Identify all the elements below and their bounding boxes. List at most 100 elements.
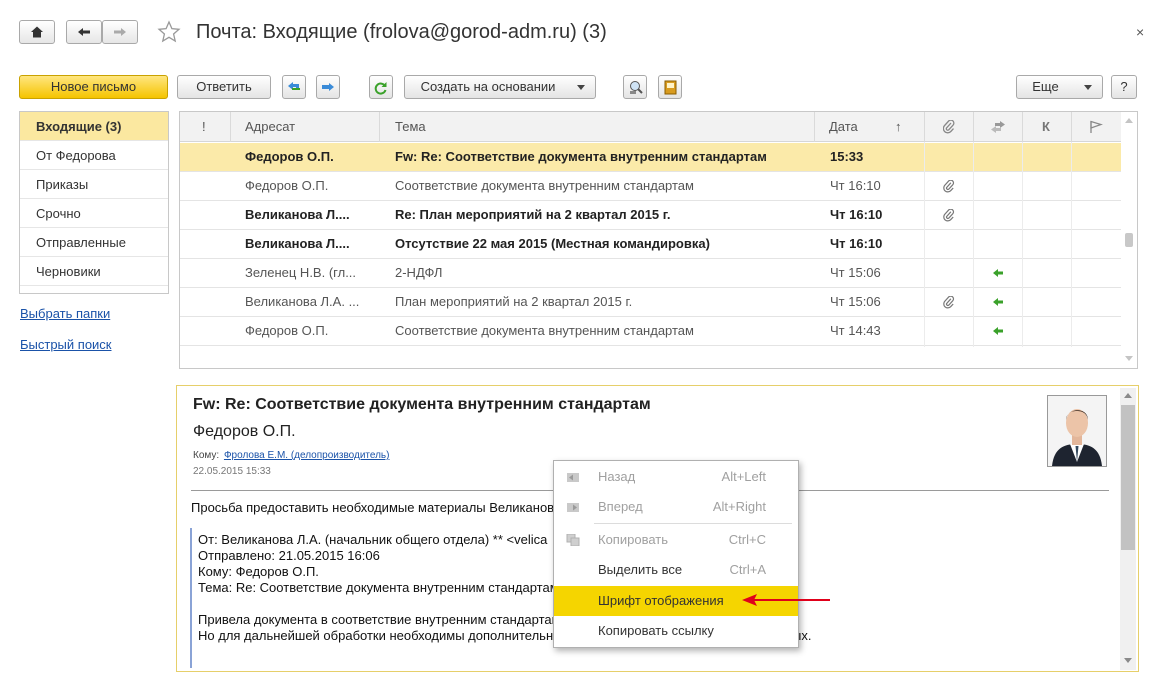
forward-button[interactable] — [102, 20, 138, 44]
close-icon[interactable]: × — [1136, 24, 1144, 40]
more-dropdown[interactable]: Еще — [1016, 75, 1103, 99]
menu-item-label: Вперед — [598, 499, 643, 514]
column-forwarded[interactable] — [974, 112, 1023, 142]
column-k[interactable]: К — [1023, 112, 1072, 142]
folder-item-drafts[interactable]: Черновики — [20, 257, 168, 286]
refresh-icon — [374, 82, 387, 95]
preview-sender: Федоров О.П. — [193, 423, 296, 440]
chevron-down-icon — [577, 85, 585, 90]
menu-item-shortcut: Alt+Right — [712, 499, 766, 514]
table-row[interactable]: Федоров О.П. Соответствие документа внут… — [180, 172, 1121, 201]
table-row[interactable]: Федоров О.П. Fw: Re: Соответствие докуме… — [180, 143, 1121, 172]
scrollbar-thumb[interactable] — [1121, 405, 1135, 550]
recipient-link[interactable]: Фролова Е.М. (делопроизводитель) — [224, 450, 390, 461]
column-addressee[interactable]: Адресат — [231, 112, 380, 142]
table-scrollbar[interactable] — [1121, 112, 1137, 368]
table-row[interactable]: Зеленец Н.В. (гл... 2-НДФЛ Чт 15:06 — [180, 259, 1121, 288]
table-row[interactable]: Федоров О.П. Соответствие документа внут… — [180, 317, 1121, 346]
menu-item-select-all[interactable]: Выделить все Ctrl+A — [554, 555, 798, 585]
choose-folders-link[interactable]: Выбрать папки — [20, 306, 110, 321]
address-book-button[interactable] — [658, 75, 682, 99]
menu-item-label: Копировать ссылку — [598, 623, 714, 638]
quote-border — [190, 528, 192, 668]
sender-photo — [1047, 395, 1107, 467]
folder-item-sent[interactable]: Отправленные — [20, 228, 168, 257]
window-title: Почта: Входящие (frolova@gorod-adm.ru) (… — [196, 21, 607, 43]
star-icon[interactable] — [157, 20, 181, 44]
row-addressee: Федоров О.П. — [245, 149, 334, 164]
folder-item-orders[interactable]: Приказы — [20, 170, 168, 199]
paperclip-icon — [943, 209, 955, 222]
row-subject: Соответствие документа внутренним станда… — [395, 178, 694, 193]
quote-body-line: Но для дальнейшей обработки необходимы д… — [198, 628, 554, 643]
folder-item-inbox[interactable]: Входящие (3) — [20, 112, 168, 141]
row-subject: Fw: Re: Соответствие документа внутренни… — [395, 149, 767, 164]
row-date: Чт 16:10 — [830, 207, 883, 222]
row-subject: Re: План мероприятий на 2 квартал 2015 г… — [395, 207, 671, 222]
forward-mail-icon — [322, 83, 334, 91]
scrollbar-thumb[interactable] — [1125, 233, 1133, 247]
row-subject: Отсутствие 22 мая 2015 (Местная командир… — [395, 236, 710, 251]
forwarded-green-arrow-icon — [993, 269, 1003, 277]
row-date: Чт 14:43 — [830, 323, 881, 338]
paperclip-icon — [943, 180, 955, 193]
menu-item-forward[interactable]: Вперед Alt+Right — [554, 492, 798, 522]
column-subject[interactable]: Тема — [380, 112, 815, 142]
arrow-left-icon — [78, 28, 90, 36]
create-based-on-label: Создать на основании — [420, 79, 556, 94]
folder-list: Входящие (3) От Федорова Приказы Срочно … — [19, 111, 169, 294]
address-search-icon — [630, 81, 643, 94]
preview-subject: Fw: Re: Соответствие документа внутренни… — [193, 396, 651, 413]
row-addressee: Федоров О.П. — [245, 323, 329, 338]
find-address-button[interactable] — [623, 75, 647, 99]
home-icon — [31, 26, 43, 38]
folder-item-urgent[interactable]: Срочно — [20, 199, 168, 228]
forward-icon — [567, 503, 579, 512]
row-subject: Соответствие документа внутренним станда… — [395, 323, 694, 338]
reply-button[interactable]: Ответить — [177, 75, 271, 99]
quote-line: От: Великанова Л.А. (начальник общего от… — [198, 532, 548, 547]
menu-item-label: Копировать — [598, 532, 668, 547]
preview-date: 22.05.2015 15:33 — [193, 466, 271, 477]
to-label: Кому: — [193, 450, 220, 461]
table-row[interactable]: Великанова Л.... Отсутствие 22 мая 2015 … — [180, 230, 1121, 259]
table-header: ! Адресат Тема Дата ↑ К — [180, 112, 1121, 142]
scroll-down-icon — [1124, 658, 1132, 663]
menu-item-back[interactable]: Назад Alt+Left — [554, 462, 798, 492]
column-attachment[interactable] — [925, 112, 974, 142]
column-flag[interactable] — [1072, 112, 1121, 142]
home-button[interactable] — [19, 20, 55, 44]
forward-mail-button[interactable] — [316, 75, 340, 99]
quick-search-link[interactable]: Быстрый поиск — [20, 337, 112, 352]
preview-scrollbar[interactable] — [1120, 388, 1136, 670]
table-row[interactable]: Великанова Л.... Re: План мероприятий на… — [180, 201, 1121, 230]
help-button[interactable]: ? — [1111, 75, 1137, 99]
row-addressee: Федоров О.П. — [245, 178, 329, 193]
menu-item-shortcut: Ctrl+C — [728, 532, 766, 547]
menu-item-copy[interactable]: Копировать Ctrl+C — [554, 525, 798, 555]
flag-icon — [1090, 120, 1103, 133]
more-label: Еще — [1032, 79, 1059, 94]
column-importance[interactable]: ! — [180, 112, 231, 142]
reply-all-icon — [288, 82, 300, 90]
menu-item-copy-link[interactable]: Копировать ссылку — [554, 616, 798, 646]
new-mail-button[interactable]: Новое письмо — [19, 75, 168, 99]
quote-line: Тема: Re: Соответствие документа внутрен… — [198, 580, 559, 595]
create-based-on-dropdown[interactable]: Создать на основании — [404, 75, 596, 99]
quote-line: Кому: Федоров О.П. — [198, 564, 319, 579]
chevron-down-icon — [1084, 85, 1092, 90]
menu-item-label: Назад — [598, 469, 636, 484]
refresh-button[interactable] — [369, 75, 393, 99]
row-addressee: Зеленец Н.В. (гл... — [245, 265, 357, 280]
arrow-right-icon — [114, 28, 126, 36]
menu-item-label: Выделить все — [598, 562, 683, 577]
column-divider — [973, 142, 974, 347]
context-menu: Назад Alt+Left Вперед Alt+Right Копирова… — [553, 460, 799, 648]
row-date: Чт 16:10 — [830, 236, 883, 251]
back-button[interactable] — [66, 20, 102, 44]
table-row[interactable]: Великанова Л.А. ... План мероприятий на … — [180, 288, 1121, 317]
folder-item-from-fedorov[interactable]: От Федорова — [20, 141, 168, 170]
address-book-icon — [664, 80, 677, 95]
column-date[interactable]: Дата ↑ — [815, 112, 925, 142]
reply-all-button[interactable] — [282, 75, 306, 99]
